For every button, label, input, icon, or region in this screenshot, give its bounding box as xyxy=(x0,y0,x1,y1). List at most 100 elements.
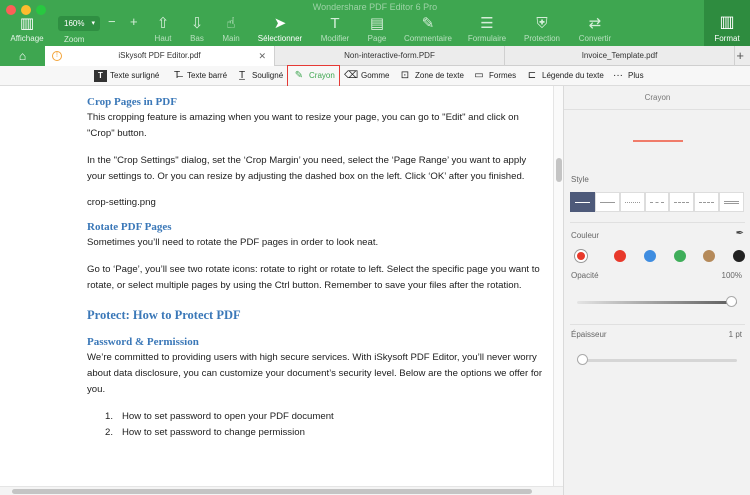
callout-icon: ⊏ xyxy=(527,70,537,81)
more-icon: ··· xyxy=(613,70,623,81)
underline-tool[interactable]: T̲ Souligné xyxy=(235,67,283,85)
zoom-out-button[interactable]: − xyxy=(108,14,116,29)
window-title: Wondershare PDF Editor 6 Pro xyxy=(312,2,438,12)
document-tab-bar: ⌂ ! iSkysoft PDF Editor.pdf ✕ Non-intera… xyxy=(0,46,750,66)
form-icon: ☰ xyxy=(480,15,494,32)
tab-label: iSkysoft PDF Editor.pdf xyxy=(118,51,201,60)
home-icon: ⌂ xyxy=(18,49,27,63)
line-style-long-dash[interactable] xyxy=(694,192,720,212)
zoom-select[interactable]: 160% ▾ xyxy=(58,16,100,31)
tool-label: Texte barré xyxy=(187,71,228,80)
toolbar-page-button[interactable]: ▤ Page xyxy=(350,14,404,43)
chevron-down-icon: ▾ xyxy=(91,20,95,27)
thickness-value: 1 pt xyxy=(728,330,742,339)
underline-icon: T̲ xyxy=(238,70,246,81)
horizontal-scroll-thumb[interactable] xyxy=(12,489,532,494)
thickness-slider-knob[interactable] xyxy=(577,354,588,365)
tool-label: Crayon xyxy=(309,71,335,80)
shield-icon: ⛨ xyxy=(536,15,548,32)
paragraph: In the "Crop Settings" dialog, set the ‘… xyxy=(87,155,527,182)
view-icon: ▥ xyxy=(19,15,35,32)
thickness-slider[interactable] xyxy=(577,354,737,365)
annotation-toolbar: T Texte surligné T̶ Texte barré T̲ Souligné… xyxy=(0,65,750,87)
options-list: 1. How to set password to open your PDF d… xyxy=(105,409,545,441)
tool-label: Souligné xyxy=(252,71,284,80)
line-style-double[interactable] xyxy=(719,192,745,212)
tab-iskysoft-pdf-editor[interactable]: ! iSkysoft PDF Editor.pdf ✕ xyxy=(45,46,275,66)
highlight-icon: T xyxy=(94,69,107,82)
opacity-slider[interactable] xyxy=(577,296,737,307)
format-panel-button[interactable]: ▥ Format xyxy=(704,0,750,46)
line-style-dash-dot[interactable] xyxy=(669,192,695,212)
line-style-solid-thick[interactable] xyxy=(570,192,595,212)
image-filename: crop-setting.png xyxy=(87,197,156,208)
toolbar-protection-button[interactable]: ⛨ Protection xyxy=(515,14,569,43)
heading-crop-pages: Crop Pages in PDF xyxy=(87,96,177,108)
opacity-value: 100% xyxy=(721,271,742,280)
toolbar-main-label: Main xyxy=(222,34,240,43)
page-icon: ▤ xyxy=(369,15,385,32)
color-swatch-blue[interactable] xyxy=(644,250,656,262)
toolbar-affichage-button[interactable]: ▥ Affichage xyxy=(0,14,54,43)
paragraph: This cropping feature is amazing when yo… xyxy=(87,112,519,139)
heading-rotate-pages: Rotate PDF Pages xyxy=(87,221,172,233)
tab-non-interactive-form[interactable]: Non-interactive-form.PDF xyxy=(275,46,505,66)
panel-title: Crayon xyxy=(564,86,750,110)
toolbar-selectionner-label: Sélectionner xyxy=(257,34,303,43)
tool-label: Légende du texte xyxy=(542,71,604,80)
tab-invoice-template[interactable]: Invoice_Template.pdf xyxy=(505,46,735,66)
document-view[interactable]: Crop Pages in PDF This cropping feature … xyxy=(0,86,553,486)
highlight-text-tool[interactable]: T Texte surligné xyxy=(94,67,159,85)
vertical-scroll-thumb[interactable] xyxy=(556,158,562,182)
toolbar-main-button[interactable]: ☝ Main xyxy=(204,14,258,43)
vertical-scrollbar[interactable] xyxy=(553,86,563,486)
list-item: 2. How to set password to change permissi… xyxy=(105,427,305,438)
tool-label: Formes xyxy=(489,71,517,80)
line-style-dashed[interactable] xyxy=(644,192,670,212)
color-swatch-red[interactable] xyxy=(614,250,626,262)
toolbar-commentaire-button[interactable]: ✎ Commentaire xyxy=(401,14,455,43)
color-swatch-brown[interactable] xyxy=(703,250,715,262)
toolbar-formulaire-button[interactable]: ☰ Formulaire xyxy=(460,14,514,43)
color-swatch-green[interactable] xyxy=(674,250,686,262)
opacity-slider-knob[interactable] xyxy=(726,296,737,307)
paragraph: Go to ‘Page’, you’ll see two rotate icon… xyxy=(87,264,540,291)
toolbar-bas-label: Bas xyxy=(190,34,204,43)
close-icon[interactable]: ✕ xyxy=(258,46,266,66)
eyedropper-icon[interactable]: ✒ xyxy=(736,228,744,239)
toolbar-selectionner-button[interactable]: ➤ Sélectionner xyxy=(253,14,307,43)
strikethrough-tool[interactable]: T̶ Texte barré xyxy=(170,67,227,85)
pencil-tool[interactable]: ✎ Crayon xyxy=(287,65,340,87)
toolbar-page-label: Page xyxy=(367,34,387,43)
color-swatch-red-selected[interactable] xyxy=(575,250,587,262)
toolbar-commentaire-label: Commentaire xyxy=(403,34,452,43)
panel-icon: ▥ xyxy=(719,14,735,31)
convert-icon: ⇄ xyxy=(588,15,602,32)
text-callout-tool[interactable]: ⊏ Légende du texte xyxy=(525,67,604,85)
text-box-tool[interactable]: ⊡ Zone de texte xyxy=(398,67,464,85)
strikethrough-icon: T̶ xyxy=(173,70,181,81)
tab-label: Non-interactive-form.PDF xyxy=(344,51,435,60)
line-style-dotted[interactable] xyxy=(619,192,645,212)
eraser-icon: ⌫ xyxy=(344,70,359,81)
tool-label: Plus xyxy=(628,71,644,80)
text-box-icon: ⊡ xyxy=(400,70,410,81)
opacity-track xyxy=(577,301,737,304)
line-style-solid[interactable] xyxy=(594,192,620,212)
add-tab-button[interactable]: + xyxy=(736,46,744,65)
heading-protect-pdf: Protect: How to Protect PDF xyxy=(87,308,241,322)
eraser-tool[interactable]: ⌫ Gomme xyxy=(344,67,389,85)
paragraph: We’re committed to providing users with … xyxy=(87,352,543,395)
color-palette xyxy=(573,248,745,264)
format-label: Format xyxy=(714,34,740,43)
horizontal-scrollbar[interactable] xyxy=(0,486,563,495)
tool-label: Zone de texte xyxy=(415,71,464,80)
color-swatch-black[interactable] xyxy=(733,250,745,262)
home-tab[interactable]: ⌂ xyxy=(0,46,45,66)
line-style-selector xyxy=(570,192,745,212)
toolbar-convertir-button[interactable]: ⇄ Convertir xyxy=(568,14,622,43)
list-item: 1. How to set password to open your PDF d… xyxy=(105,411,334,422)
toolbar-convertir-label: Convertir xyxy=(578,34,612,43)
shapes-tool[interactable]: ▭ Formes xyxy=(472,67,516,85)
more-tools-button[interactable]: ··· Plus xyxy=(611,67,644,85)
